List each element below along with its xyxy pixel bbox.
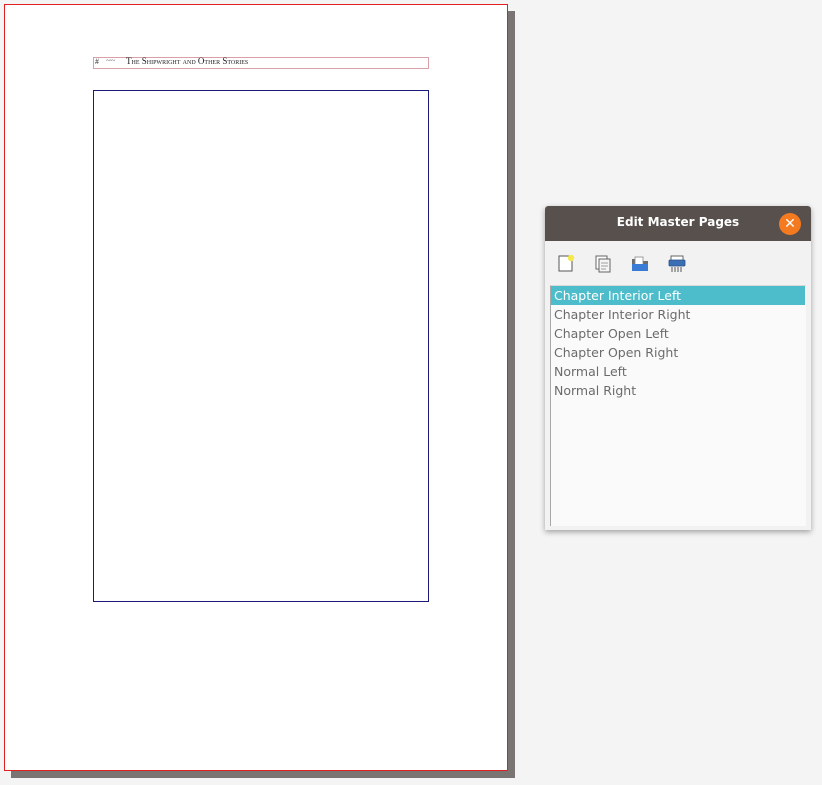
new-page-icon: [558, 254, 575, 272]
shredder-icon: [668, 255, 686, 272]
import-master-page-button[interactable]: [629, 253, 651, 275]
delete-master-page-button[interactable]: [666, 253, 688, 275]
master-page-item-normal-left[interactable]: Normal Left: [551, 362, 805, 381]
new-master-page-button[interactable]: [555, 253, 577, 275]
dialog-title: Edit Master Pages: [616, 215, 740, 229]
master-page-item-chapter-open-left[interactable]: Chapter Open Left: [551, 324, 805, 343]
dialog-toolbar: [545, 241, 811, 283]
dialog-titlebar[interactable]: Edit Master Pages ✕: [545, 206, 811, 241]
master-page-item-chapter-open-right[interactable]: Chapter Open Right: [551, 343, 805, 362]
master-page-item-chapter-interior-left[interactable]: Chapter Interior Left: [551, 286, 805, 305]
duplicate-master-page-button[interactable]: [592, 253, 614, 275]
page-number-marker: #: [95, 57, 99, 66]
master-pages-list[interactable]: Chapter Interior Left Chapter Interior R…: [550, 285, 806, 526]
master-page[interactable]: # ~·~ The Shipwright and Other Stories: [4, 4, 508, 771]
close-icon: ✕: [784, 216, 796, 232]
close-button[interactable]: ✕: [779, 213, 801, 235]
header-flourish: ~·~: [106, 56, 115, 65]
import-folder-icon: [632, 256, 648, 271]
header-text-frame[interactable]: # ~·~ The Shipwright and Other Stories: [93, 56, 429, 69]
master-page-item-chapter-interior-right[interactable]: Chapter Interior Right: [551, 305, 805, 324]
edit-master-pages-dialog[interactable]: Edit Master Pages ✕ Chapter Interior Lef…: [545, 206, 811, 530]
duplicate-page-icon: [595, 255, 611, 273]
running-title: The Shipwright and Other Stories: [126, 56, 249, 66]
body-text-frame[interactable]: [93, 90, 429, 602]
master-page-item-normal-right[interactable]: Normal Right: [551, 381, 805, 400]
